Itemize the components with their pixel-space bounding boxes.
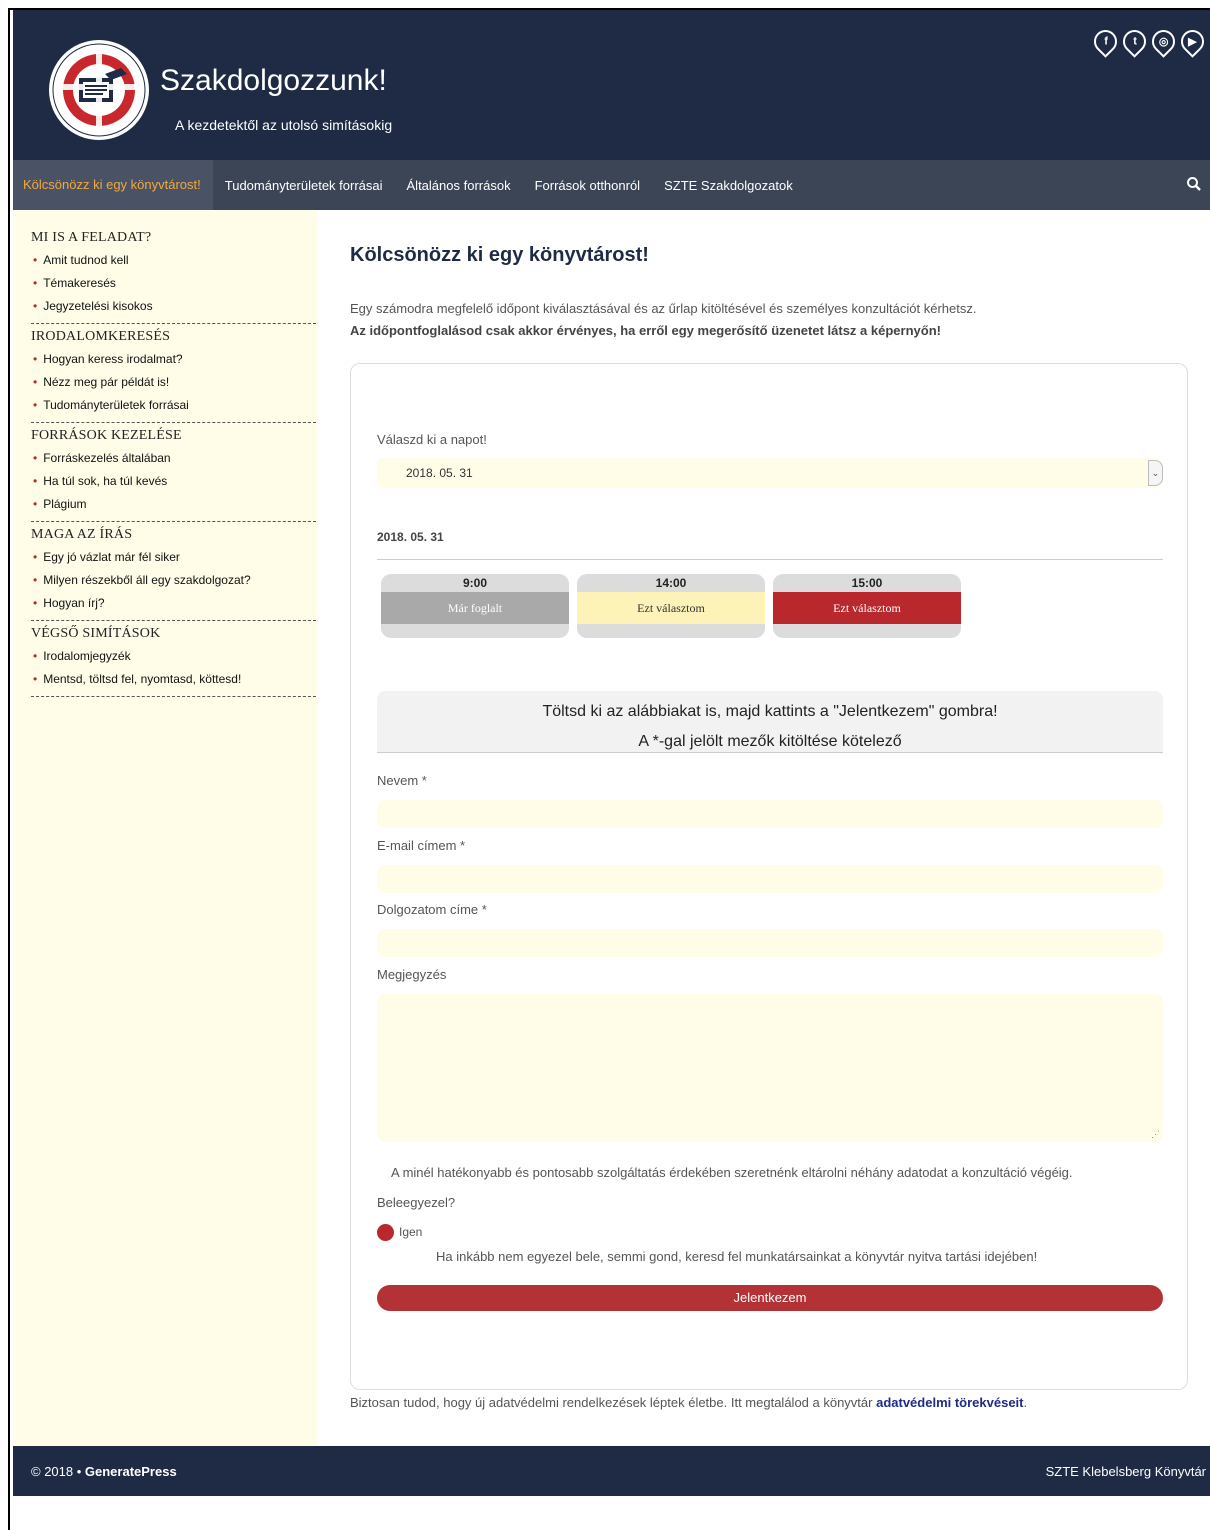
site-header: Szakdolgozzunk! A kezdetektől az utolsó … [13,10,1210,160]
copyright-text: © 2018 • [31,1464,85,1479]
nav-item-kolcsonozz[interactable]: Kölcsönözz ki egy könyvtárost! [13,160,213,210]
sidebar: MI IS A FELADAT? Amit tudnod kell Témake… [13,210,317,1446]
sidebar-link[interactable]: Témakeresés [31,274,316,297]
notice-line-1: Töltsd ki az alábbiakat is, majd kattint… [542,703,998,720]
site-description: A kezdetektől az utolsó simításokig [175,117,393,133]
generatepress-link[interactable]: GeneratePress [85,1464,177,1479]
note-label: Megjegyzés [377,967,447,982]
nav-item-altalanos-forrasok[interactable]: Általános források [395,178,523,193]
form-notice: Töltsd ki az alábbiakat is, majd kattint… [377,691,1163,753]
gdpr-notice: Biztosan tudod, hogy új adatvédelmi rend… [350,1395,1027,1410]
slot-time: 14:00 [655,576,687,590]
email-label: E-mail címem * [377,838,466,853]
time-slot-booked: 9:00 Már foglalt [381,574,569,638]
slot-time: 9:00 [462,576,488,590]
time-slot-free[interactable]: 14:00 Ezt választom [577,574,765,638]
twitter-icon[interactable]: t [1118,25,1151,58]
sidebar-heading: FORRÁSOK KEZELÉSE [31,428,182,443]
sidebar-link[interactable]: Forráskezelés általában [31,449,316,472]
chevron-down-icon[interactable]: ⌄ [1148,460,1163,486]
sidebar-section-irodalomkereses: IRODALOMKERESÉS Hogyan keress irodalmat?… [31,329,316,423]
email-field[interactable] [377,865,1163,893]
sidebar-link[interactable]: Jegyzetelési kisokos [31,297,316,320]
sidebar-link[interactable]: Nézz meg pár példát is! [31,373,316,396]
consent-radio-yes[interactable] [377,1224,394,1241]
page-title: Kölcsönözz ki egy könyvtárost! [350,244,649,266]
time-slot-selected[interactable]: 15:00 Ezt választom [773,574,961,638]
consent-radio-label: Igen [399,1225,423,1239]
sidebar-section-feladat: MI IS A FELADAT? Amit tudnod kell Témake… [31,230,316,324]
decline-text: Ha inkább nem egyezel bele, semmi gond, … [436,1249,1038,1264]
sidebar-link[interactable]: Ha túl sok, ha túl kevés [31,472,316,495]
sidebar-link[interactable]: Plágium [31,495,316,518]
footer-copyright: © 2018 • GeneratePress [31,1464,177,1479]
sidebar-link[interactable]: Hogyan keress irodalmat? [31,350,316,373]
site-title[interactable]: Szakdolgozzunk! [160,64,387,98]
sidebar-section-maga-az-iras: MAGA AZ ÍRÁS Egy jó vázlat már fél siker… [31,527,316,621]
thesis-title-field[interactable] [377,929,1163,957]
day-select[interactable]: 2018. 05. 31 ⌄ [377,458,1163,488]
sidebar-section-vegso-simitasok: VÉGSŐ SIMÍTÁSOK Irodalomjegyzék Mentsd, … [31,626,316,697]
sidebar-link[interactable]: Milyen részekből áll egy szakdolgozat? [31,571,316,594]
main-content: Kölcsönözz ki egy könyvtárost! Egy számo… [317,210,1210,1446]
slot-status: Már foglalt [381,592,569,624]
nav-item-szte-szakdolgozatok[interactable]: SZTE Szakdolgozatok [652,178,805,193]
consent-question: Beleegyezel? [377,1195,456,1210]
sidebar-link[interactable]: Irodalomjegyzék [31,647,316,670]
nav-item-tudomanyteruletek[interactable]: Tudományterületek forrásai [213,178,395,193]
privacy-text: A minél hatékonyabb és pontosabb szolgál… [391,1165,1073,1180]
sidebar-heading: IRODALOMKERESÉS [31,329,171,344]
gdpr-end: . [1023,1395,1028,1410]
search-icon[interactable] [1186,176,1202,192]
instagram-icon[interactable]: ◎ [1147,25,1180,58]
footer-library: SZTE Klebelsberg Könyvtár [1045,1464,1206,1479]
social-links: f t ◎ ▶ [1089,25,1209,58]
facebook-icon[interactable]: f [1089,25,1122,58]
nav-item-forrasok-otthonrol[interactable]: Források otthonról [523,178,653,193]
day-label: Válaszd ki a napot! [377,432,487,447]
sidebar-heading: VÉGSŐ SIMÍTÁSOK [31,626,161,641]
sidebar-link[interactable]: Tudományterületek forrásai [31,396,316,419]
divider [377,559,1163,560]
thesis-title-label: Dolgozatom címe * [377,902,487,917]
sidebar-link[interactable]: Egy jó vázlat már fél siker [31,548,316,571]
slot-select-button[interactable]: Ezt választom [773,592,961,624]
slot-select-button[interactable]: Ezt választom [577,592,765,624]
youtube-icon[interactable]: ▶ [1176,25,1209,58]
sidebar-link[interactable]: Hogyan írj? [31,594,316,617]
note-textarea[interactable]: ⋰ [377,994,1163,1142]
submit-button[interactable]: Jelentkezem [377,1285,1163,1311]
sidebar-heading: MI IS A FELADAT? [31,230,152,245]
booking-form: Válaszd ki a napot! 2018. 05. 31 ⌄ 2018.… [350,363,1188,1390]
sidebar-link[interactable]: Amit tudnod kell [31,251,316,274]
slot-time: 15:00 [851,576,883,590]
name-label: Nevem * [377,773,427,788]
selected-date-heading: 2018. 05. 31 [377,530,444,544]
intro-text: Egy számodra megfelelő időpont kiválaszt… [350,301,977,316]
gdpr-text: Biztosan tudod, hogy új adatvédelmi rend… [350,1395,877,1410]
site-footer: © 2018 • GeneratePress SZTE Klebelsberg … [13,1446,1210,1496]
name-field[interactable] [377,800,1163,828]
day-select-value: 2018. 05. 31 [406,466,473,480]
sidebar-link[interactable]: Mentsd, töltsd fel, nyomtasd, köttesd! [31,670,316,693]
main-nav: Kölcsönözz ki egy könyvtárost! Tudományt… [13,160,1210,210]
gdpr-link[interactable]: adatvédelmi törekvéseit [876,1395,1023,1410]
sidebar-section-forrasok-kezelese: FORRÁSOK KEZELÉSE Forráskezelés általába… [31,428,316,522]
intro-warning: Az időpontfoglalásod csak akkor érvényes… [350,323,941,338]
sidebar-heading: MAGA AZ ÍRÁS [31,527,133,542]
site-logo[interactable] [47,38,151,142]
resize-grip-icon[interactable]: ⋰ [1151,1129,1160,1140]
notice-line-2: A *-gal jelölt mezők kitöltése kötelező [638,733,902,750]
